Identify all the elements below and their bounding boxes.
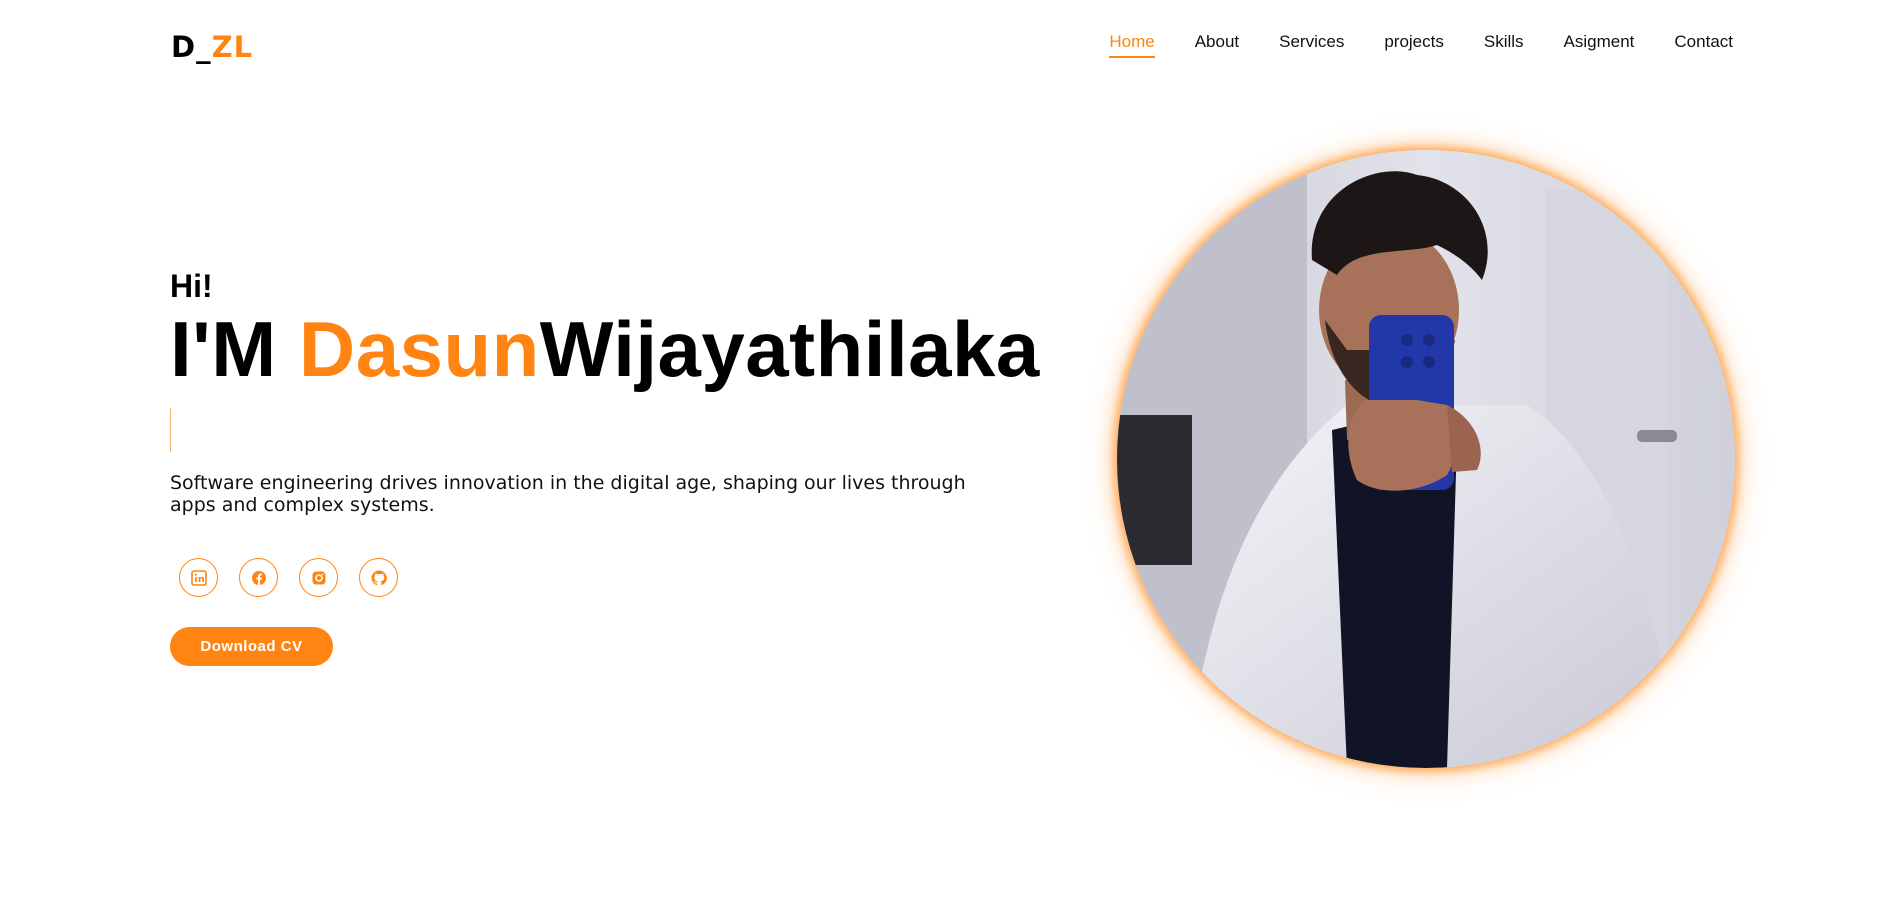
hero-greeting: Hi!	[170, 268, 213, 304]
profile-photo	[1117, 150, 1735, 768]
social-links	[179, 558, 1070, 597]
logo-part-dark: D_	[171, 30, 212, 64]
hero-headline: I'M DasunWijayathilaka	[170, 308, 1070, 390]
github-icon	[371, 570, 387, 585]
profile-photo-illustration	[1117, 150, 1735, 768]
facebook-icon	[251, 570, 266, 585]
facebook-link[interactable]	[239, 558, 278, 597]
instagram-link[interactable]	[299, 558, 338, 597]
nav-link-about[interactable]: About	[1195, 32, 1239, 56]
linkedin-link[interactable]	[179, 558, 218, 597]
nav-link-services[interactable]: Services	[1279, 32, 1344, 56]
hero-section: Hi! I'M DasunWijayathilaka Software engi…	[170, 268, 1070, 666]
nav-link-asigment[interactable]: Asigment	[1564, 32, 1635, 56]
typing-cursor	[170, 408, 171, 452]
hero-description: Software engineering drives innovation i…	[170, 472, 966, 516]
nav-menu: Home About Services projects Skills Asig…	[1109, 32, 1733, 58]
instagram-icon	[312, 571, 325, 584]
navbar: D_ZL Home About Services projects Skills…	[0, 0, 1888, 88]
headline-first-name: Dasun	[298, 305, 540, 393]
nav-link-home[interactable]: Home	[1109, 32, 1155, 58]
linkedin-icon	[190, 569, 207, 586]
headline-last-name: Wijayathilaka	[539, 305, 1040, 393]
download-cv-button[interactable]: Download CV	[170, 627, 333, 666]
nav-link-projects[interactable]: projects	[1384, 32, 1444, 56]
logo-part-accent: ZL	[211, 30, 254, 64]
nav-link-skills[interactable]: Skills	[1484, 32, 1524, 56]
github-link[interactable]	[359, 558, 398, 597]
site-logo[interactable]: D_ZL	[171, 30, 253, 64]
headline-prefix: I'M	[170, 305, 299, 393]
nav-link-contact[interactable]: Contact	[1674, 32, 1733, 56]
